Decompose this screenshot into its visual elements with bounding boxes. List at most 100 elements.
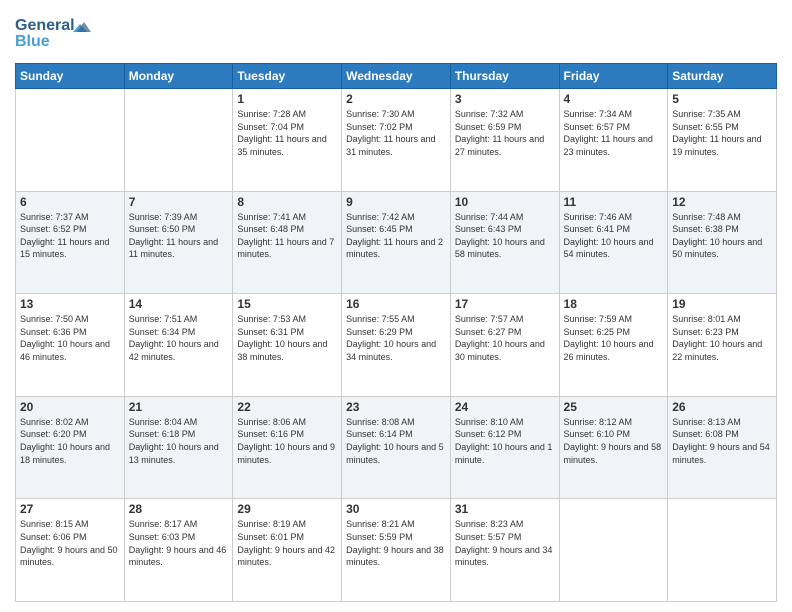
cell-info: Sunrise: 7:48 AMSunset: 6:38 PMDaylight:… (672, 212, 762, 260)
calendar-cell (16, 89, 125, 192)
calendar-cell: 10Sunrise: 7:44 AMSunset: 6:43 PMDayligh… (450, 191, 559, 294)
cell-info: Sunrise: 7:51 AMSunset: 6:34 PMDaylight:… (129, 314, 219, 362)
cell-info: Sunrise: 7:39 AMSunset: 6:50 PMDaylight:… (129, 212, 218, 260)
cell-info: Sunrise: 8:10 AMSunset: 6:12 PMDaylight:… (455, 417, 553, 465)
week-row-0: 1 Sunrise: 7:28 AMSunset: 7:04 PMDaylight… (16, 89, 777, 192)
cell-info: Sunrise: 7:34 AMSunset: 6:57 PMDaylight:… (564, 109, 653, 157)
weekday-header-thursday: Thursday (450, 64, 559, 89)
calendar-cell: 27 Sunrise: 8:15 AMSunset: 6:06 PMDayligh… (16, 499, 125, 602)
svg-text:Blue: Blue (15, 33, 50, 50)
weekday-header-sunday: Sunday (16, 64, 125, 89)
weekday-header-friday: Friday (559, 64, 668, 89)
cell-info: Sunrise: 7:41 AMSunset: 6:48 PMDaylight:… (237, 212, 334, 260)
calendar-cell: 16 Sunrise: 7:55 AMSunset: 6:29 PMDayligh… (342, 294, 451, 397)
page: General Blue SundayMondayTuesdayWednesda… (0, 0, 792, 612)
day-number: 30 (346, 502, 446, 516)
svg-text:General: General (15, 17, 75, 34)
day-number: 22 (237, 400, 337, 414)
cell-info: Sunrise: 8:21 AMSunset: 5:59 PMDaylight:… (346, 519, 444, 567)
calendar-cell: 4 Sunrise: 7:34 AMSunset: 6:57 PMDaylight… (559, 89, 668, 192)
calendar-cell: 19Sunrise: 8:01 AMSunset: 6:23 PMDayligh… (668, 294, 777, 397)
logo: General Blue (15, 10, 95, 55)
day-number: 15 (237, 297, 337, 311)
weekday-header-monday: Monday (124, 64, 233, 89)
cell-info: Sunrise: 7:28 AMSunset: 7:04 PMDaylight:… (237, 109, 326, 157)
calendar-cell: 17 Sunrise: 7:57 AMSunset: 6:27 PMDayligh… (450, 294, 559, 397)
calendar-cell: 15Sunrise: 7:53 AMSunset: 6:31 PMDayligh… (233, 294, 342, 397)
calendar-cell: 23 Sunrise: 8:08 AMSunset: 6:14 PMDayligh… (342, 396, 451, 499)
cell-info: Sunrise: 8:19 AMSunset: 6:01 PMDaylight:… (237, 519, 335, 567)
cell-info: Sunrise: 7:30 AMSunset: 7:02 PMDaylight:… (346, 109, 435, 157)
day-number: 14 (129, 297, 229, 311)
day-number: 16 (346, 297, 446, 311)
cell-info: Sunrise: 8:17 AMSunset: 6:03 PMDaylight:… (129, 519, 227, 567)
cell-info: Sunrise: 8:15 AMSunset: 6:06 PMDaylight:… (20, 519, 118, 567)
day-number: 5 (672, 92, 772, 106)
day-number: 28 (129, 502, 229, 516)
day-number: 9 (346, 195, 446, 209)
logo-icon: General Blue (15, 10, 95, 55)
calendar-cell: 11 Sunrise: 7:46 AMSunset: 6:41 PMDayligh… (559, 191, 668, 294)
week-row-4: 27 Sunrise: 8:15 AMSunset: 6:06 PMDayligh… (16, 499, 777, 602)
day-number: 6 (20, 195, 120, 209)
cell-info: Sunrise: 8:02 AMSunset: 6:20 PMDaylight:… (20, 417, 110, 465)
calendar-cell: 14 Sunrise: 7:51 AMSunset: 6:34 PMDayligh… (124, 294, 233, 397)
cell-info: Sunrise: 7:44 AMSunset: 6:43 PMDaylight:… (455, 212, 545, 260)
calendar-cell: 18 Sunrise: 7:59 AMSunset: 6:25 PMDayligh… (559, 294, 668, 397)
week-row-3: 20Sunrise: 8:02 AMSunset: 6:20 PMDayligh… (16, 396, 777, 499)
day-number: 31 (455, 502, 555, 516)
cell-info: Sunrise: 7:57 AMSunset: 6:27 PMDaylight:… (455, 314, 545, 362)
calendar-cell: 28 Sunrise: 8:17 AMSunset: 6:03 PMDayligh… (124, 499, 233, 602)
calendar-cell: 24Sunrise: 8:10 AMSunset: 6:12 PMDayligh… (450, 396, 559, 499)
day-number: 13 (20, 297, 120, 311)
calendar-cell: 29 Sunrise: 8:19 AMSunset: 6:01 PMDayligh… (233, 499, 342, 602)
day-number: 12 (672, 195, 772, 209)
calendar-cell: 3 Sunrise: 7:32 AMSunset: 6:59 PMDaylight… (450, 89, 559, 192)
weekday-header-saturday: Saturday (668, 64, 777, 89)
calendar-cell (124, 89, 233, 192)
day-number: 21 (129, 400, 229, 414)
calendar-table: SundayMondayTuesdayWednesdayThursdayFrid… (15, 63, 777, 602)
cell-info: Sunrise: 8:06 AMSunset: 6:16 PMDaylight:… (237, 417, 335, 465)
day-number: 25 (564, 400, 664, 414)
calendar-cell: 7 Sunrise: 7:39 AMSunset: 6:50 PMDaylight… (124, 191, 233, 294)
cell-info: Sunrise: 7:55 AMSunset: 6:29 PMDaylight:… (346, 314, 436, 362)
calendar-cell: 12 Sunrise: 7:48 AMSunset: 6:38 PMDayligh… (668, 191, 777, 294)
cell-info: Sunrise: 8:23 AMSunset: 5:57 PMDaylight:… (455, 519, 553, 567)
weekday-header-tuesday: Tuesday (233, 64, 342, 89)
day-number: 2 (346, 92, 446, 106)
cell-info: Sunrise: 8:12 AMSunset: 6:10 PMDaylight:… (564, 417, 662, 465)
calendar-cell: 20Sunrise: 8:02 AMSunset: 6:20 PMDayligh… (16, 396, 125, 499)
weekday-header-row: SundayMondayTuesdayWednesdayThursdayFrid… (16, 64, 777, 89)
cell-info: Sunrise: 8:08 AMSunset: 6:14 PMDaylight:… (346, 417, 444, 465)
calendar-cell: 21Sunrise: 8:04 AMSunset: 6:18 PMDayligh… (124, 396, 233, 499)
cell-info: Sunrise: 7:59 AMSunset: 6:25 PMDaylight:… (564, 314, 654, 362)
cell-info: Sunrise: 8:01 AMSunset: 6:23 PMDaylight:… (672, 314, 762, 362)
calendar-cell (559, 499, 668, 602)
day-number: 11 (564, 195, 664, 209)
calendar-cell: 9 Sunrise: 7:42 AMSunset: 6:45 PMDaylight… (342, 191, 451, 294)
cell-info: Sunrise: 7:42 AMSunset: 6:45 PMDaylight:… (346, 212, 443, 260)
day-number: 18 (564, 297, 664, 311)
day-number: 1 (237, 92, 337, 106)
calendar-cell: 25 Sunrise: 8:12 AMSunset: 6:10 PMDayligh… (559, 396, 668, 499)
day-number: 29 (237, 502, 337, 516)
calendar-cell (668, 499, 777, 602)
day-number: 23 (346, 400, 446, 414)
calendar-cell: 26Sunrise: 8:13 AMSunset: 6:08 PMDayligh… (668, 396, 777, 499)
cell-info: Sunrise: 7:35 AMSunset: 6:55 PMDaylight:… (672, 109, 761, 157)
calendar-cell: 31 Sunrise: 8:23 AMSunset: 5:57 PMDayligh… (450, 499, 559, 602)
day-number: 8 (237, 195, 337, 209)
cell-info: Sunrise: 7:37 AMSunset: 6:52 PMDaylight:… (20, 212, 109, 260)
calendar-cell: 30 Sunrise: 8:21 AMSunset: 5:59 PMDayligh… (342, 499, 451, 602)
cell-info: Sunrise: 7:50 AMSunset: 6:36 PMDaylight:… (20, 314, 110, 362)
cell-info: Sunrise: 7:32 AMSunset: 6:59 PMDaylight:… (455, 109, 544, 157)
calendar-cell: 13 Sunrise: 7:50 AMSunset: 6:36 PMDayligh… (16, 294, 125, 397)
day-number: 7 (129, 195, 229, 209)
day-number: 4 (564, 92, 664, 106)
cell-info: Sunrise: 7:46 AMSunset: 6:41 PMDaylight:… (564, 212, 654, 260)
day-number: 17 (455, 297, 555, 311)
calendar-cell: 22 Sunrise: 8:06 AMSunset: 6:16 PMDayligh… (233, 396, 342, 499)
day-number: 27 (20, 502, 120, 516)
day-number: 3 (455, 92, 555, 106)
